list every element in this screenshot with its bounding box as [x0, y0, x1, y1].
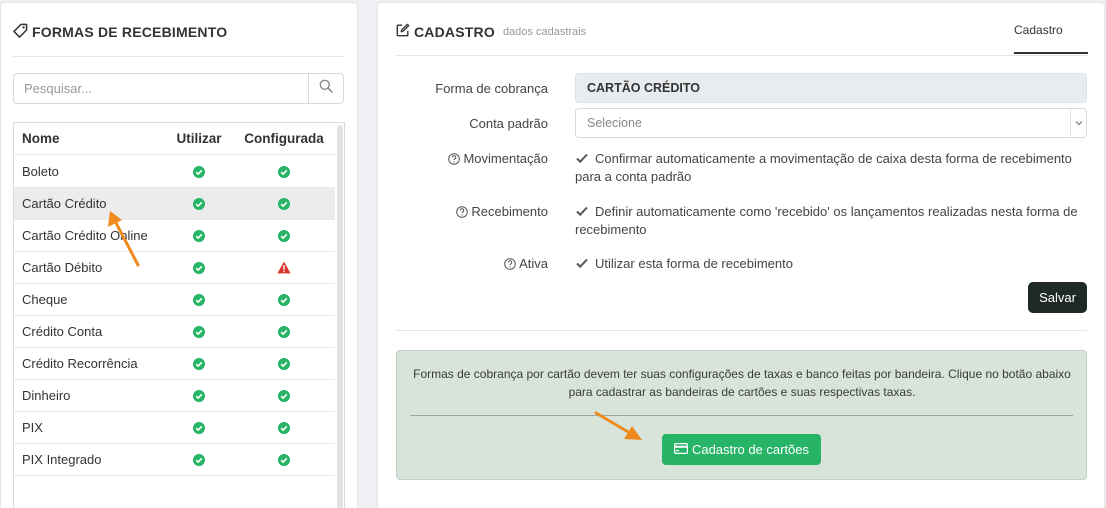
- recebimento-checkbox[interactable]: [575, 204, 589, 218]
- check-icon: [164, 316, 234, 347]
- table-row[interactable]: Crédito Recorrência: [14, 348, 335, 380]
- recebimento-text: Definir automaticamente como 'recebido' …: [575, 204, 1078, 237]
- check-icon: [164, 188, 234, 219]
- card-info-text: Formas de cobrança por cartão devem ter …: [413, 367, 1071, 399]
- check-icon: [242, 316, 326, 347]
- recebimento-checkbox-group: Definir automaticamente como 'recebido' …: [575, 203, 1095, 239]
- tab-divider: [396, 55, 1087, 56]
- edit-icon: [396, 23, 410, 40]
- check-icon: [242, 156, 326, 187]
- formas-table: Nome Utilizar Configurada Boleto Cartão C…: [13, 122, 345, 508]
- check-icon: [164, 348, 234, 379]
- movimentacao-checkbox-group: Confirmar automaticamente a movimentação…: [575, 150, 1095, 186]
- table-scrollbar[interactable]: [337, 125, 343, 508]
- table-row[interactable]: Crédito Conta: [14, 316, 335, 348]
- card-info-box: Formas de cobrança por cartão devem ter …: [396, 350, 1087, 480]
- annotation-arrow-icon: [594, 411, 642, 440]
- column-header-utilizar[interactable]: Utilizar: [164, 123, 234, 154]
- section-divider: [396, 330, 1087, 331]
- panel-title-text: FORMAS DE RECEBIMENTO: [32, 24, 228, 40]
- check-icon: [242, 412, 326, 443]
- cadastro-cartoes-label: Cadastro de cartões: [691, 442, 810, 457]
- table-row[interactable]: Cartão Crédito Online: [14, 220, 335, 252]
- movimentacao-text: Confirmar automaticamente a movimentação…: [575, 151, 1072, 184]
- table-row[interactable]: Cartão Débito: [14, 252, 335, 284]
- ativa-label: Ativa: [519, 256, 548, 271]
- row-name: Crédito Conta: [22, 324, 103, 339]
- check-icon: [164, 412, 234, 443]
- recebimento-label-group: Recebimento: [456, 204, 548, 219]
- formas-recebimento-panel: FORMAS DE RECEBIMENTO Nome Utilizar Conf…: [0, 2, 358, 508]
- table-header: Nome Utilizar Configurada: [14, 123, 335, 155]
- search-button[interactable]: [308, 74, 343, 103]
- ativa-checkbox[interactable]: [575, 256, 589, 270]
- conta-padrao-select[interactable]: Selecione: [575, 108, 1087, 138]
- cadastro-title-text: CADASTRO: [414, 23, 495, 40]
- check-icon: [242, 188, 326, 219]
- check-icon: [164, 284, 234, 315]
- ativa-label-group: Ativa: [504, 256, 548, 271]
- row-name: Cartão Crédito: [22, 196, 107, 211]
- check-icon: [164, 220, 234, 251]
- formas-recebimento-title: FORMAS DE RECEBIMENTO: [13, 23, 227, 41]
- help-icon[interactable]: [504, 257, 516, 270]
- table-row[interactable]: PIX: [14, 412, 335, 444]
- column-header-nome[interactable]: Nome: [22, 123, 60, 154]
- forma-cobranca-label: Forma de cobrança: [435, 81, 548, 96]
- row-name: Crédito Recorrência: [22, 356, 138, 371]
- check-icon: [242, 284, 326, 315]
- search-input[interactable]: [14, 74, 308, 103]
- tag-icon: [13, 23, 28, 41]
- check-icon: [242, 444, 326, 475]
- check-icon: [242, 348, 326, 379]
- help-icon[interactable]: [456, 205, 469, 218]
- check-icon: [164, 380, 234, 411]
- table-row[interactable]: Boleto: [14, 156, 335, 188]
- check-icon: [242, 220, 326, 251]
- column-header-configurada[interactable]: Configurada: [242, 123, 326, 154]
- ativa-checkbox-group: Utilizar esta forma de recebimento: [575, 255, 1095, 273]
- annotation-arrow-icon: [108, 211, 140, 267]
- check-icon: [242, 380, 326, 411]
- row-name: PIX Integrado: [22, 452, 102, 467]
- movimentacao-label-group: Movimentação: [448, 151, 548, 166]
- row-name: Cartão Débito: [22, 260, 103, 275]
- ativa-text: Utilizar esta forma de recebimento: [595, 256, 793, 271]
- row-name: PIX: [22, 420, 43, 435]
- row-name: Cheque: [22, 292, 68, 307]
- warning-icon: [242, 252, 326, 283]
- info-divider: [410, 415, 1073, 416]
- check-icon: [164, 156, 234, 187]
- cadastro-title: CADASTRO dados cadastrais: [396, 23, 586, 40]
- tab-active-indicator: [1014, 52, 1088, 54]
- divider: [13, 56, 344, 57]
- check-icon: [164, 444, 234, 475]
- chevron-down-icon: [1070, 109, 1086, 137]
- cadastro-subtitle: dados cadastrais: [502, 25, 587, 38]
- cadastro-cartoes-button[interactable]: Cadastro de cartões: [662, 434, 821, 465]
- movimentacao-checkbox[interactable]: [575, 151, 589, 165]
- save-button[interactable]: Salvar: [1028, 282, 1087, 313]
- cadastro-panel: CADASTRO dados cadastrais Cadastro Forma…: [377, 2, 1105, 508]
- tab-cadastro[interactable]: Cadastro: [1014, 23, 1063, 37]
- help-icon[interactable]: [448, 152, 461, 165]
- forma-cobranca-field: CARTÃO CRÉDITO: [575, 73, 1087, 103]
- table-row[interactable]: Cheque: [14, 284, 335, 316]
- conta-padrao-value: Selecione: [587, 116, 642, 130]
- recebimento-label: Recebimento: [471, 204, 548, 219]
- row-name: Boleto: [22, 164, 59, 179]
- search-box: [13, 73, 344, 104]
- table-row[interactable]: PIX Integrado: [14, 444, 335, 476]
- row-name: Dinheiro: [22, 388, 71, 403]
- table-row[interactable]: Cartão Crédito: [14, 188, 335, 220]
- check-icon: [164, 252, 234, 283]
- movimentacao-label: Movimentação: [463, 151, 548, 166]
- credit-card-icon: [673, 442, 688, 457]
- table-row[interactable]: Dinheiro: [14, 380, 335, 412]
- search-icon: [319, 79, 333, 98]
- conta-padrao-label: Conta padrão: [469, 116, 548, 131]
